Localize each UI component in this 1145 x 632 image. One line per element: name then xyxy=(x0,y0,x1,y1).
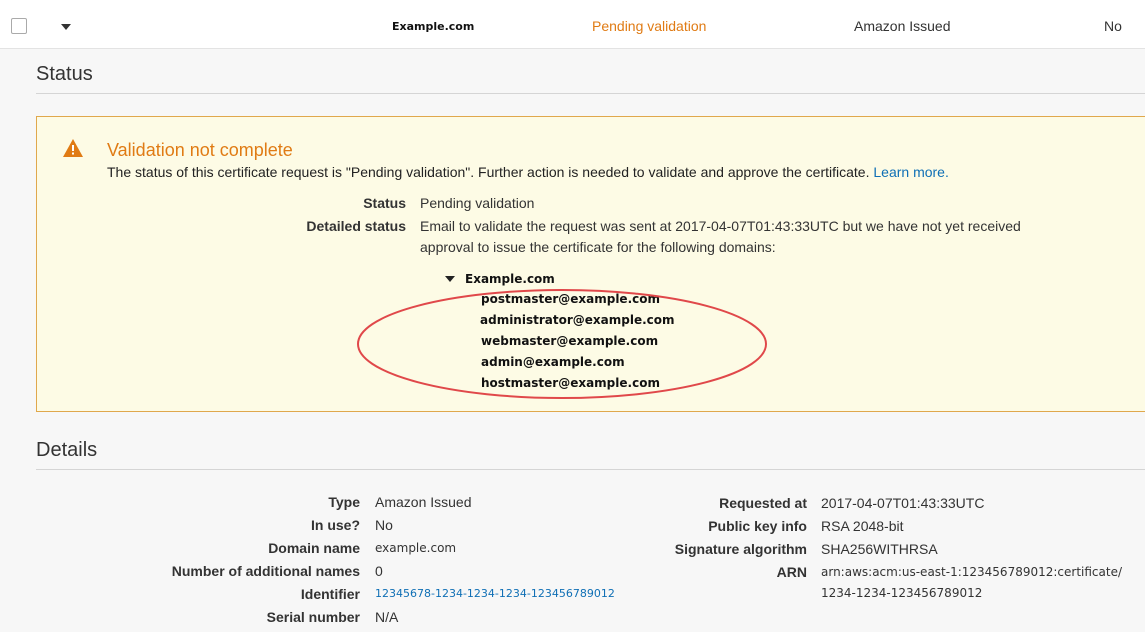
signature-algorithm-value: SHA256WITHRSA xyxy=(821,541,938,557)
status-heading: Status xyxy=(36,63,93,85)
detailed-status-line1: Email to validate the request was sent a… xyxy=(420,218,1021,234)
requested-at-label: Requested at xyxy=(719,495,807,511)
serial-number-value: N/A xyxy=(375,609,399,625)
validation-alert: Validation not complete The status of th… xyxy=(36,116,1145,412)
public-key-label: Public key info xyxy=(708,518,807,534)
arn-value-line2: 1234-1234-123456789012 xyxy=(821,586,983,600)
row-in-use: No xyxy=(1104,18,1122,34)
details-divider xyxy=(36,469,1145,470)
signature-algorithm-label: Signature algorithm xyxy=(674,541,807,557)
expand-caret-icon[interactable] xyxy=(61,24,71,30)
arn-value-line1: arn:aws:acm:us-east-1:123456789012:certi… xyxy=(821,565,1123,579)
identifier-link[interactable]: 12345678-1234-1234-1234-123456789012 xyxy=(375,587,615,600)
row-type: Amazon Issued xyxy=(854,18,951,34)
domain-caret-icon[interactable] xyxy=(445,276,455,282)
additional-names-value: 0 xyxy=(375,563,383,579)
public-key-value: RSA 2048-bit xyxy=(821,518,904,534)
validation-domain: Example.com xyxy=(465,272,555,286)
learn-more-link[interactable]: Learn more. xyxy=(873,164,948,180)
additional-names-label: Number of additional names xyxy=(171,563,360,579)
alert-message-text: The status of this certificate request i… xyxy=(107,164,870,180)
type-value: Amazon Issued xyxy=(375,494,472,510)
detailed-status-label: Detailed status xyxy=(306,218,406,234)
identifier-label: Identifier xyxy=(300,586,360,602)
domain-name-label: Domain name xyxy=(268,540,360,556)
row-checkbox[interactable] xyxy=(11,18,27,34)
in-use-value: No xyxy=(375,517,393,533)
status-divider xyxy=(36,93,1145,94)
requested-at-value: 2017-04-07T01:43:33UTC xyxy=(821,495,985,511)
alert-title: Validation not complete xyxy=(107,140,293,160)
domain-name-value: example.com xyxy=(375,541,457,555)
alert-message: The status of this certificate request i… xyxy=(107,164,949,180)
certificate-row[interactable]: Example.com Pending validation Amazon Is… xyxy=(0,0,1145,49)
warning-icon xyxy=(63,139,83,157)
arn-label: ARN xyxy=(776,564,807,580)
row-domain: Example.com xyxy=(392,20,475,33)
in-use-label: In use? xyxy=(310,517,360,533)
status-label: Status xyxy=(363,195,406,211)
status-value: Pending validation xyxy=(420,195,535,211)
details-heading: Details xyxy=(36,439,98,461)
serial-number-label: Serial number xyxy=(266,609,360,625)
detailed-status-line2: approval to issue the certificate for th… xyxy=(420,239,776,255)
type-label: Type xyxy=(328,494,360,510)
row-status: Pending validation xyxy=(592,18,707,34)
highlight-ellipse xyxy=(357,289,767,399)
